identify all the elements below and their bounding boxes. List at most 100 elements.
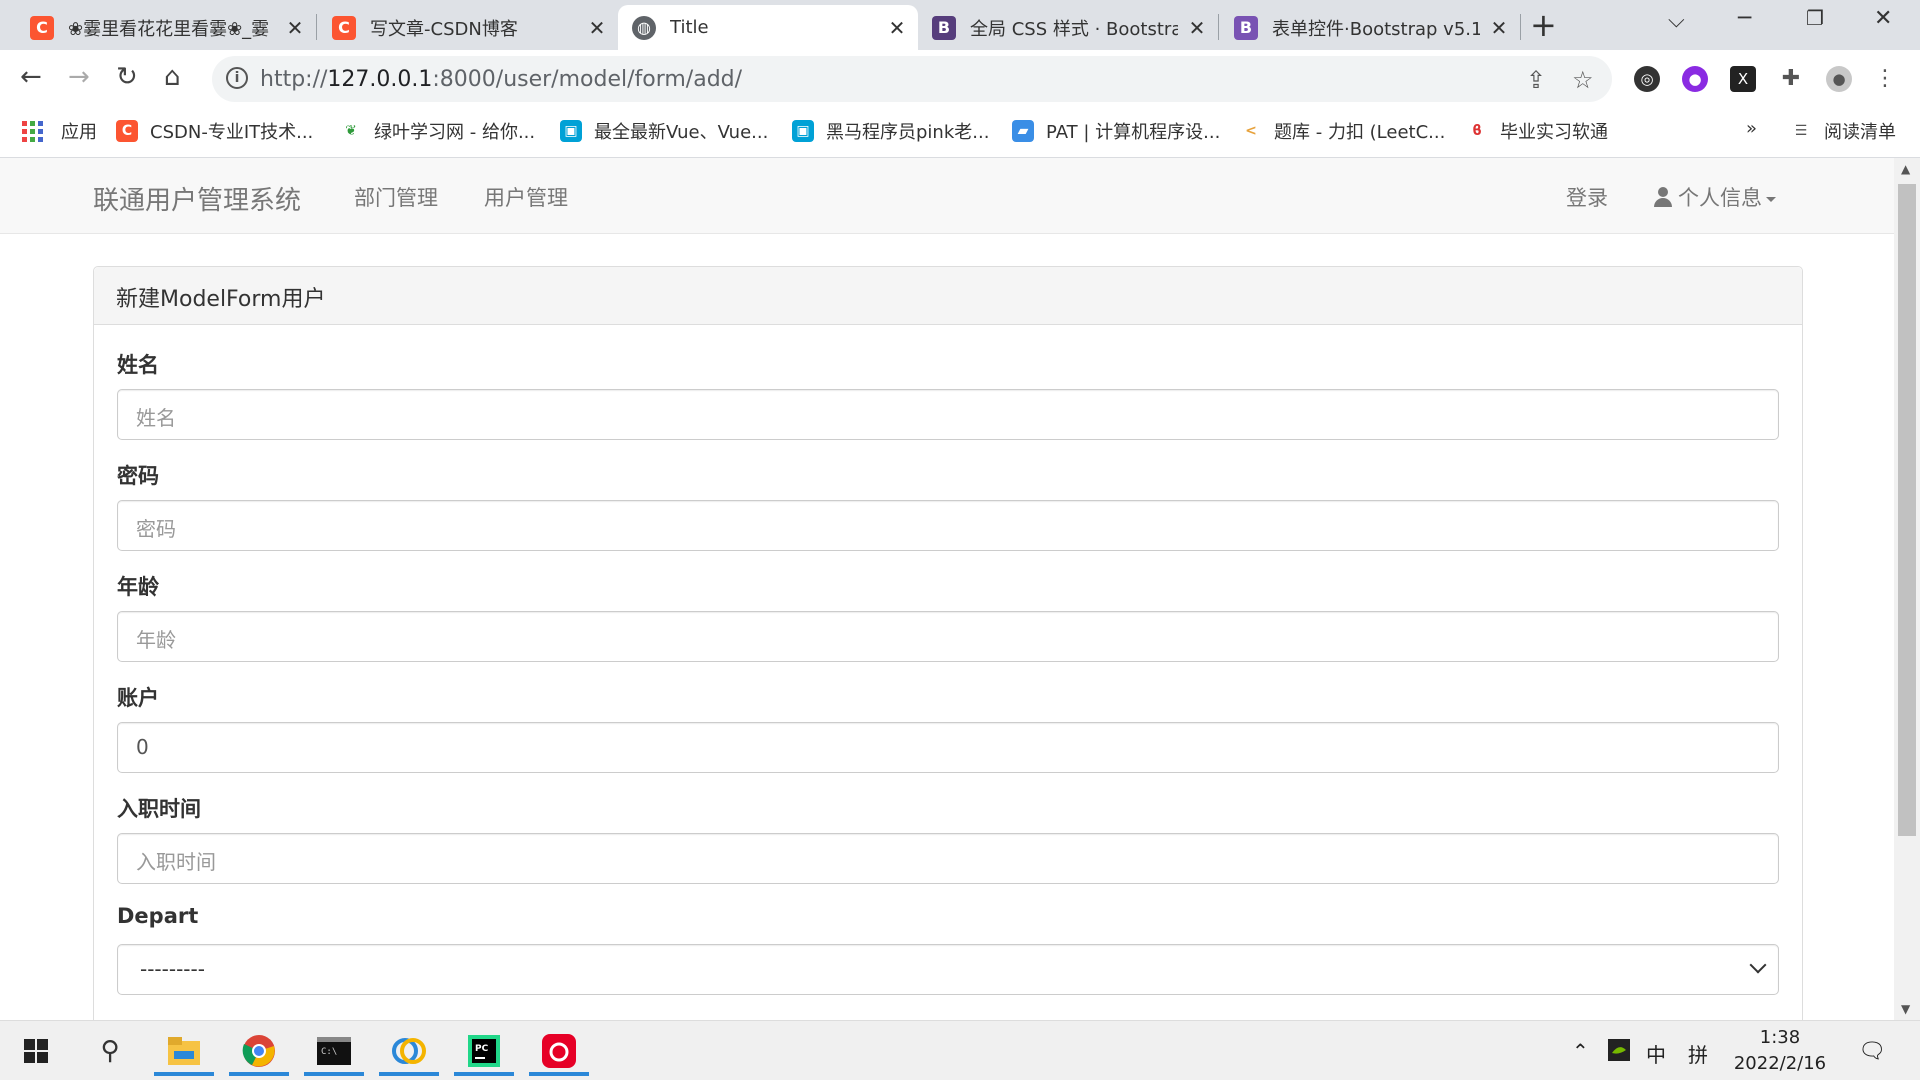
form-group-account: 账户 0 [117,682,1779,773]
notification-center-icon[interactable]: 🗨 [1858,1039,1886,1064]
site-info-icon[interactable]: i [226,67,248,89]
bookmark-star-icon[interactable]: ☆ [1572,66,1594,94]
tab-title: ❀霎里看花花里看霎❀_霎 [68,18,270,40]
bookmark-pat[interactable]: ▰ PAT | 计算机程序设... [1012,118,1220,144]
reading-list-icon: ☰ [1794,123,1808,139]
field-label: 入职时间 [117,797,201,821]
close-tab-icon[interactable]: ✕ [284,16,306,40]
name-input[interactable]: 姓名 [117,389,1779,440]
back-arrow-icon[interactable]: ← [20,62,42,92]
share-icon[interactable]: ⇪ [1526,66,1546,94]
bookmarks-bar: 应用 C CSDN-专业IT技术... ❦ 绿叶学习网 - 给你... ▣ 最全… [0,108,1920,158]
form-group-hire-date: 入职时间 入职时间 [117,793,1779,884]
reload-icon[interactable]: ↻ [116,62,138,92]
chevron-down-icon [1749,956,1767,974]
address-bar[interactable]: i http://127.0.0.1:8000/user/model/form/… [212,56,1612,102]
tab-title: Title [670,17,709,38]
site-brand[interactable]: 联通用户管理系统 [93,180,301,217]
search-icon[interactable]: ⚲ [80,1026,140,1076]
excel-extension-icon[interactable]: X [1730,66,1756,92]
nvidia-tray-icon[interactable] [1608,1039,1630,1066]
nav-users[interactable]: 用户管理 [484,182,568,212]
close-tab-icon[interactable]: ✕ [886,16,908,40]
forward-arrow-icon[interactable]: → [68,62,90,92]
field-label: 年龄 [117,575,159,599]
bookmark-lvye[interactable]: ❦ 绿叶学习网 - 给你... [340,118,535,144]
pycharm-icon[interactable]: PC [454,1026,514,1076]
leetcode-icon: < [1245,123,1257,139]
bookmark-vue[interactable]: ▣ 最全最新Vue、Vue... [560,118,768,144]
netease-music-icon[interactable] [529,1026,589,1076]
depart-select[interactable]: --------- [117,944,1779,995]
leaf-icon: ❦ [345,123,357,139]
profile-dropdown[interactable]: 个人信息 [1654,182,1776,212]
caret-down-icon [1766,196,1776,202]
browser-tab-csdn-blog[interactable]: C ❀霎里看花花里看霎❀_霎 ✕ [16,5,316,50]
extension-icon[interactable]: ◎ [1634,66,1660,92]
bookmark-internship[interactable]: ϐ 毕业实习软通 [1466,118,1608,144]
bookmark-heima[interactable]: ▣ 黑马程序员pink老... [792,118,989,144]
reading-list-label: 阅读清单 [1824,122,1896,143]
hire-date-input[interactable]: 入职时间 [117,833,1779,884]
bookmark-csdn[interactable]: C CSDN-专业IT技术... [116,118,313,144]
close-tab-icon[interactable]: ✕ [586,16,608,40]
age-input[interactable]: 年龄 [117,611,1779,662]
minimize-button[interactable]: ─ [1738,6,1751,31]
login-link[interactable]: 登录 [1566,182,1608,212]
browser-tab-bootstrap-forms[interactable]: B 表单控件·Bootstrap v5.1 ✕ [1220,5,1520,50]
tab-divider [316,14,317,40]
system-clock[interactable]: 1:38 2022/2/16 [1720,1025,1840,1077]
more-bookmarks-icon[interactable]: » [1746,118,1757,139]
chrome-icon[interactable] [229,1026,289,1076]
browser-app-icon[interactable] [379,1026,439,1076]
ime-mode-indicator[interactable]: 拼 [1688,1039,1708,1068]
nav-department[interactable]: 部门管理 [354,182,438,212]
form-group-age: 年龄 年龄 [117,571,1779,662]
windows-taskbar: ⚲ C:\ PC ⌃ 中 拼 1:38 2022/2/16 🗨 [0,1020,1920,1080]
extension-icon[interactable]: ● [1682,66,1708,92]
puzzle-extensions-icon[interactable]: ✚ [1778,66,1804,92]
bookmark-label: 应用 [61,122,97,143]
scroll-down-icon[interactable]: ▼ [1901,1002,1910,1016]
url-text[interactable]: http://127.0.0.1:8000/user/model/form/ad… [260,67,742,92]
browser-tab-bootstrap-css[interactable]: B 全局 CSS 样式 · Bootstrap ✕ [918,5,1218,50]
bookmark-label: 绿叶学习网 - 给你... [374,122,536,143]
page-scrollbar[interactable]: ▲ ▼ [1894,158,1920,1020]
form-panel: 新建ModelForm用户 姓名 姓名 密码 密码 年龄 年龄 账户 0 入职时… [93,266,1803,1020]
scrollbar-thumb[interactable] [1898,184,1916,836]
new-tab-button[interactable]: + [1530,6,1557,44]
menu-kebab-icon[interactable]: ⋮ [1872,66,1898,92]
account-input[interactable]: 0 [117,722,1779,773]
close-window-button[interactable]: ✕ [1874,6,1892,31]
svg-text:PC: PC [475,1044,489,1054]
browser-tab-title[interactable]: ◍ Title ✕ [618,5,918,50]
form-group-name: 姓名 姓名 [117,349,1779,440]
windows-start-icon[interactable] [6,1026,66,1076]
terminal-icon[interactable]: C:\ [304,1026,364,1076]
close-tab-icon[interactable]: ✕ [1488,16,1510,40]
tab-title: 表单控件·Bootstrap v5.1 [1272,18,1480,40]
bookmark-label: 黑马程序员pink老... [826,122,990,143]
ime-language-indicator[interactable]: 中 [1646,1039,1666,1068]
bootstrap-icon: B [1234,15,1258,40]
scroll-up-icon[interactable]: ▲ [1901,162,1910,176]
apps-grid-icon [22,120,43,142]
field-label: Depart [117,904,199,928]
bookmark-apps[interactable]: 应用 [22,118,97,144]
close-tab-icon[interactable]: ✕ [1186,16,1208,40]
browser-tab-csdn-write[interactable]: C 写文章-CSDN博客 ✕ [318,5,618,50]
tray-chevron-up-icon[interactable]: ⌃ [1572,1039,1589,1063]
restore-button[interactable]: ❐ [1806,6,1824,30]
profile-avatar-icon[interactable]: ● [1826,66,1852,92]
tab-search-icon[interactable]: ⌵ [1668,8,1685,33]
url-path: :8000/user/model/form/add/ [432,67,743,92]
bookmark-leetcode[interactable]: < 题库 - 力扣 (LeetC... [1240,118,1445,144]
reading-list-button[interactable]: ☰ 阅读清单 [1790,118,1896,144]
password-input[interactable]: 密码 [117,500,1779,551]
form-group-password: 密码 密码 [117,460,1779,551]
clock-date: 2022/2/16 [1733,1053,1827,1074]
user-icon [1654,187,1672,207]
field-label: 密码 [117,464,159,488]
home-icon[interactable]: ⌂ [164,62,181,92]
file-explorer-icon[interactable] [154,1026,214,1076]
